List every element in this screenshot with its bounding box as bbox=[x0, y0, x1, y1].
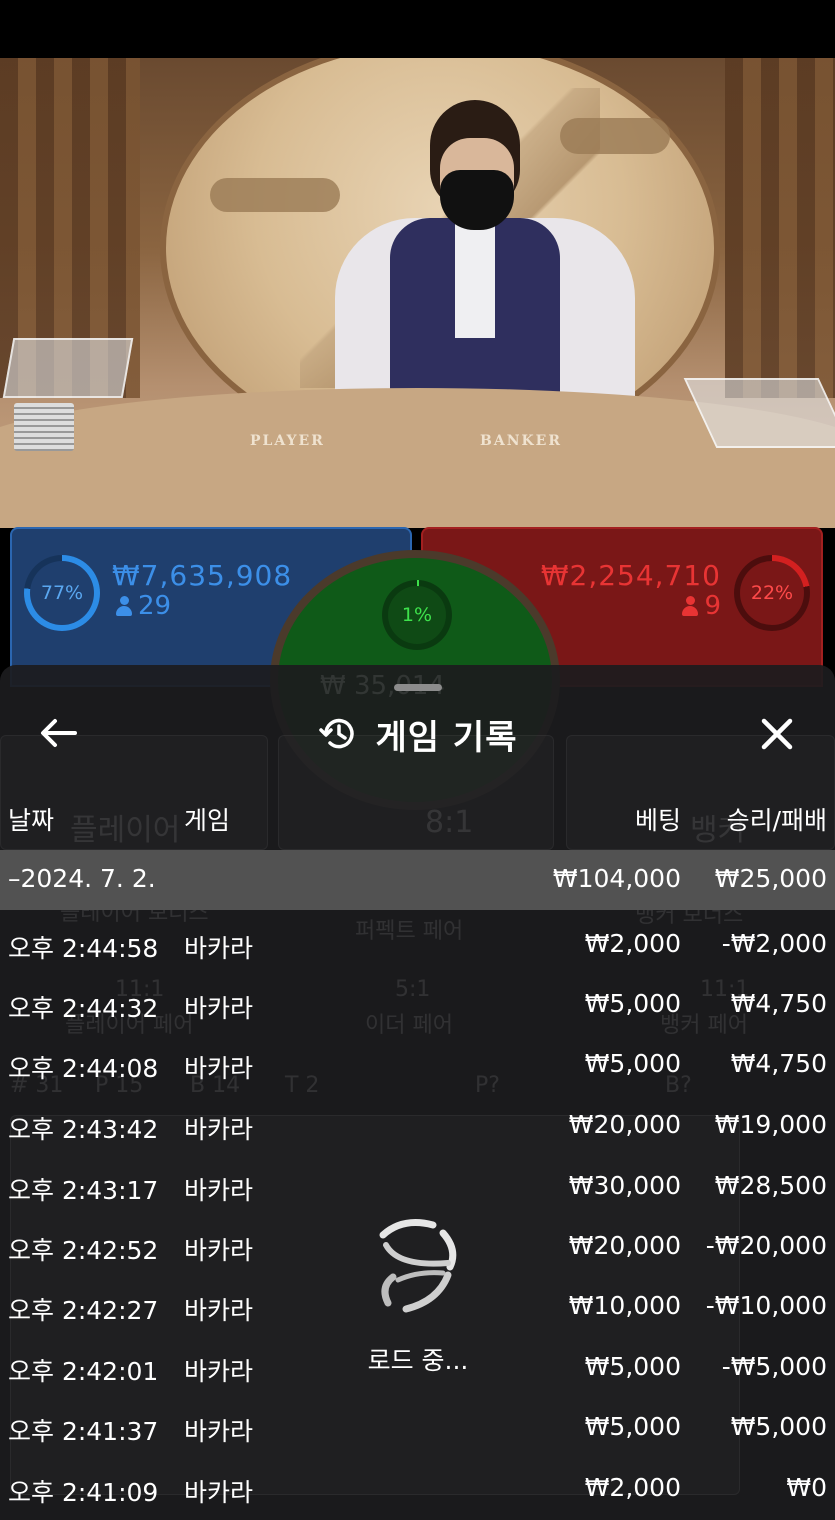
date-group-label: –2024. 7. 2. bbox=[8, 864, 156, 893]
date-group-row[interactable]: –2024. 7. 2. ₩104,000 ₩25,000 bbox=[0, 850, 835, 910]
close-button[interactable] bbox=[752, 709, 802, 759]
history-row-bet: ₩5,000 bbox=[584, 989, 681, 1018]
history-row[interactable]: 오후 2:44:32 바카라 ₩5,000 ₩4,750 bbox=[0, 975, 835, 1035]
sheet-grab-handle[interactable] bbox=[394, 684, 442, 691]
date-group-bet-total: ₩104,000 bbox=[552, 864, 681, 893]
player-bettor-count-value: 29 bbox=[138, 591, 172, 621]
card-discard-tray bbox=[2, 338, 134, 398]
history-column-headers: 날짜 게임 베팅 승리/패배 bbox=[0, 793, 835, 839]
history-row-game: 바카라 bbox=[184, 1357, 254, 1386]
history-row-bet: ₩20,000 bbox=[568, 1110, 681, 1139]
dealer-mask bbox=[440, 170, 514, 230]
history-row[interactable]: 오후 2:44:58 바카라 ₩2,000 -₩2,000 bbox=[0, 915, 835, 975]
history-row-game: 바카라 bbox=[184, 1417, 254, 1446]
history-row-time: 오후 2:41:37 bbox=[8, 1417, 159, 1446]
history-row-result: ₩5,000 bbox=[730, 1412, 827, 1441]
history-row-result: ₩4,750 bbox=[730, 989, 827, 1018]
history-row-bet: ₩10,000 bbox=[568, 1291, 681, 1320]
history-row-bet: ₩2,000 bbox=[584, 929, 681, 958]
history-row-result: ₩0 bbox=[786, 1473, 827, 1502]
banker-percent-ring: 22% bbox=[734, 555, 810, 631]
history-row-bet: ₩20,000 bbox=[568, 1231, 681, 1260]
status-bar bbox=[0, 0, 835, 58]
history-row-game: 바카라 bbox=[184, 1176, 254, 1205]
close-icon bbox=[761, 718, 793, 750]
game-history-sheet: ₩ 35,014 플레이어 8:1 뱅커 플레이어 보너스 하나 25:1 퍼펙… bbox=[0, 665, 835, 1520]
back-button[interactable] bbox=[34, 709, 82, 757]
decor-cloud bbox=[210, 178, 340, 212]
spinner-icon bbox=[379, 1219, 457, 1313]
player-percent: 77% bbox=[40, 582, 84, 604]
history-row-time: 오후 2:42:01 bbox=[8, 1357, 159, 1386]
history-row-bet: ₩30,000 bbox=[568, 1171, 681, 1200]
history-row-game: 바카라 bbox=[184, 1115, 254, 1144]
column-header-game: 게임 bbox=[184, 806, 231, 835]
decor-lattice-right bbox=[725, 58, 835, 398]
arrow-left-icon bbox=[41, 719, 77, 747]
decor-cloud bbox=[560, 118, 670, 154]
table-label-player: PLAYER bbox=[250, 433, 325, 449]
history-row-result: ₩28,500 bbox=[714, 1171, 827, 1200]
banker-bet-amount: ₩2,254,710 bbox=[540, 559, 721, 592]
loading-indicator: 로드 중... bbox=[358, 1205, 478, 1385]
tie-percent: 1% bbox=[401, 604, 433, 626]
dealer-collar bbox=[455, 218, 495, 338]
history-row[interactable]: 오후 2:43:42 바카라 ₩20,000 ₩19,000 bbox=[0, 1096, 835, 1156]
history-row-bet: ₩2,000 bbox=[584, 1473, 681, 1502]
history-row-game: 바카라 bbox=[184, 1296, 254, 1325]
chip-stack bbox=[14, 403, 74, 451]
history-row[interactable]: 오후 2:44:08 바카라 ₩5,000 ₩4,750 bbox=[0, 1035, 835, 1095]
person-icon bbox=[682, 596, 699, 616]
history-row-game: 바카라 bbox=[184, 934, 254, 963]
loading-text: 로드 중... bbox=[367, 1346, 469, 1375]
history-row-result: -₩10,000 bbox=[705, 1291, 827, 1320]
person-icon bbox=[116, 596, 132, 616]
history-row-time: 오후 2:42:27 bbox=[8, 1296, 159, 1325]
history-row-time: 오후 2:41:09 bbox=[8, 1478, 159, 1507]
history-row-game: 바카라 bbox=[184, 1236, 254, 1265]
history-row-time: 오후 2:44:58 bbox=[8, 934, 159, 963]
column-header-result: 승리/패배 bbox=[726, 806, 827, 835]
history-row-result: ₩19,000 bbox=[714, 1110, 827, 1139]
player-percent-ring: 77% bbox=[24, 555, 100, 631]
history-row[interactable]: 오후 2:41:37 바카라 ₩5,000 ₩5,000 bbox=[0, 1398, 835, 1458]
player-bettor-count: 29 bbox=[116, 591, 171, 621]
history-row-result: -₩5,000 bbox=[721, 1352, 827, 1381]
date-group-result-total: ₩25,000 bbox=[714, 864, 827, 893]
history-row-time: 오후 2:44:08 bbox=[8, 1054, 159, 1083]
history-row-result: ₩4,750 bbox=[730, 1049, 827, 1078]
history-row[interactable]: 오후 2:41:09 바카라 ₩2,000 ₩0 bbox=[0, 1459, 835, 1519]
column-header-bet: 베팅 bbox=[634, 806, 681, 835]
column-header-date: 날짜 bbox=[8, 806, 55, 835]
banker-bettor-count: 9 bbox=[682, 591, 721, 621]
history-row-time: 오후 2:43:17 bbox=[8, 1176, 159, 1205]
history-row-game: 바카라 bbox=[184, 1478, 254, 1507]
table-label-banker: BANKER bbox=[480, 433, 562, 449]
history-row-bet: ₩5,000 bbox=[584, 1352, 681, 1381]
history-row-bet: ₩5,000 bbox=[584, 1049, 681, 1078]
history-row-time: 오후 2:44:32 bbox=[8, 994, 159, 1023]
player-bet-amount: ₩7,635,908 bbox=[112, 559, 293, 592]
tie-percent-ring: 1% bbox=[382, 580, 452, 650]
banker-percent: 22% bbox=[750, 582, 794, 604]
live-video-stream[interactable]: PLAYER BANKER bbox=[0, 58, 835, 528]
history-row-result: -₩20,000 bbox=[705, 1231, 827, 1260]
history-row-result: -₩2,000 bbox=[721, 929, 827, 958]
banker-bettor-count-value: 9 bbox=[704, 591, 721, 621]
history-row-time: 오후 2:43:42 bbox=[8, 1115, 159, 1144]
history-row-time: 오후 2:42:52 bbox=[8, 1236, 159, 1265]
history-row-game: 바카라 bbox=[184, 994, 254, 1023]
history-row-bet: ₩5,000 bbox=[584, 1412, 681, 1441]
history-row-game: 바카라 bbox=[184, 1054, 254, 1083]
